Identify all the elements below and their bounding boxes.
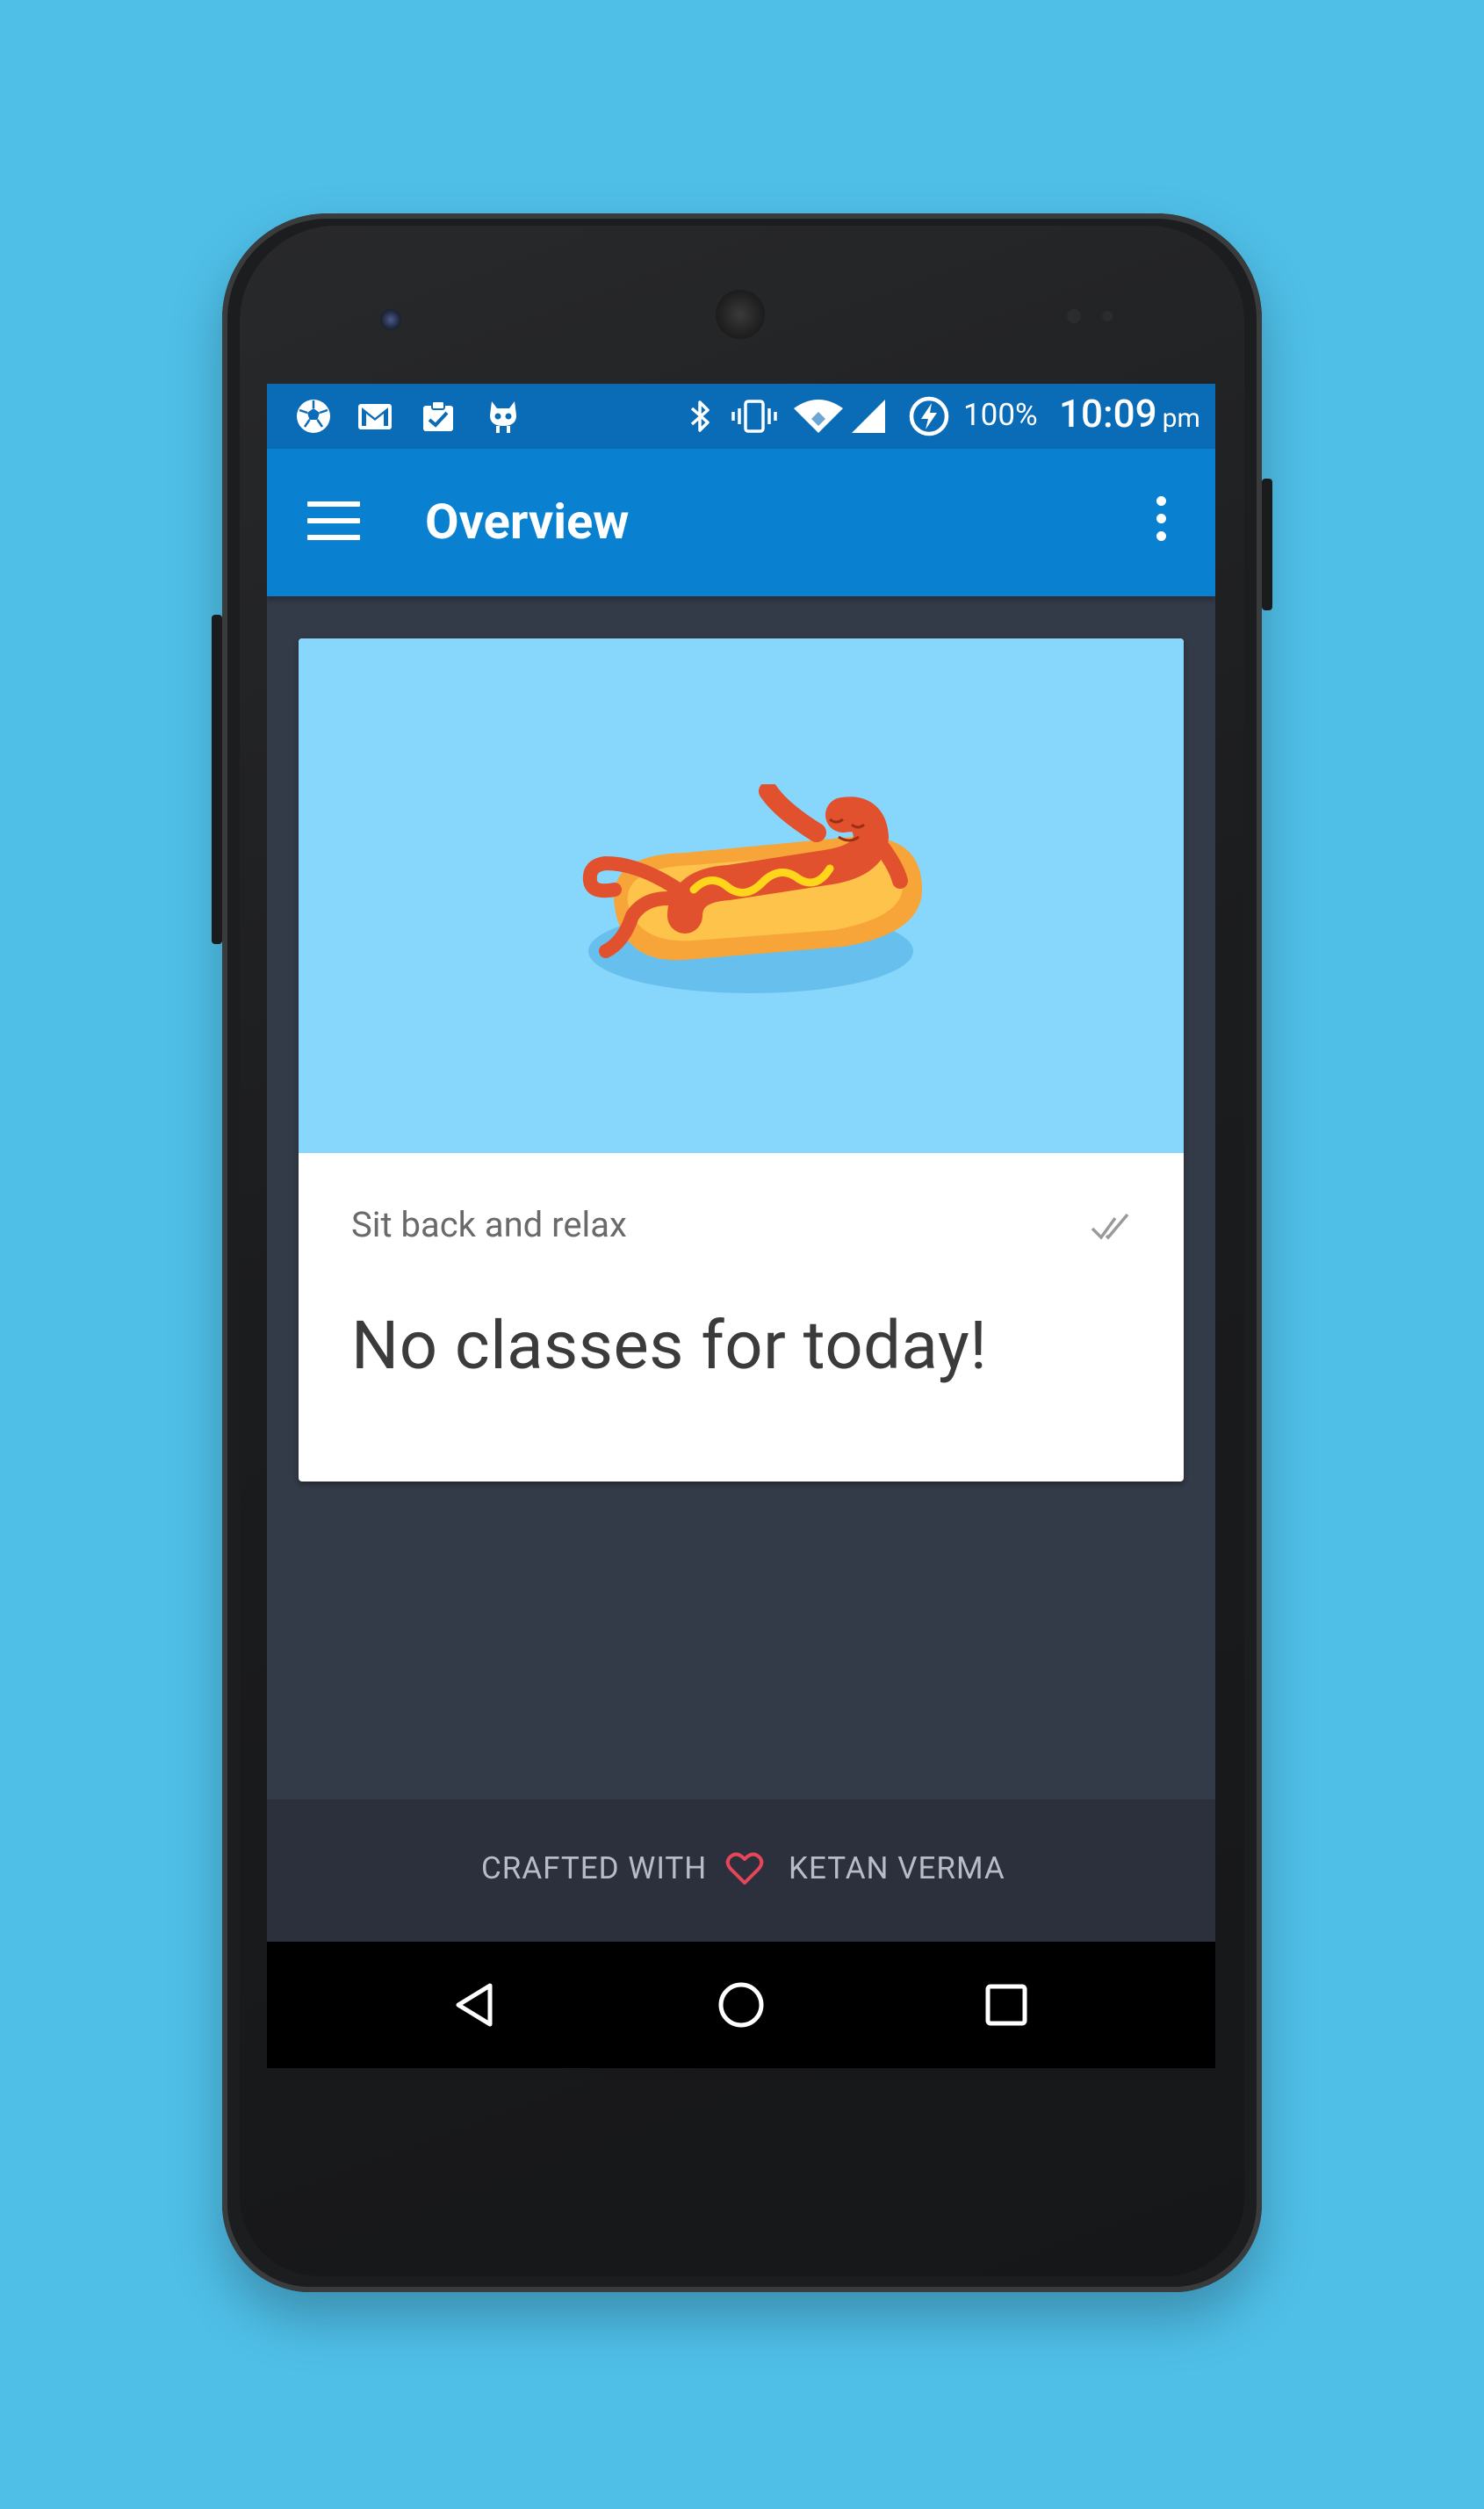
clock-time: 10:09	[1059, 391, 1157, 436]
cell-signal-icon	[852, 400, 885, 433]
done-all-icon	[1091, 1213, 1129, 1240]
power-button	[1262, 479, 1272, 610]
system-nav-bar	[267, 1942, 1215, 2068]
menu-icon[interactable]	[307, 501, 360, 544]
earpiece-speaker	[716, 290, 765, 339]
proximity-sensor	[1067, 309, 1081, 323]
card-hero	[299, 638, 1184, 1153]
light-sensor	[1102, 311, 1113, 321]
vibrate-icon	[731, 400, 777, 433]
home-icon[interactable]	[717, 1980, 766, 2030]
heart-icon	[725, 1852, 764, 1885]
phone-screen: 100% 10:09 pm Overview Sit back and rela…	[267, 384, 1215, 2068]
footer-left-text: CRAFTED WITH	[481, 1850, 708, 1886]
clock: 10:09 pm	[1059, 391, 1200, 436]
recents-icon[interactable]	[982, 1980, 1031, 2030]
page-title: Overview	[425, 493, 630, 551]
battery-percent: 100%	[963, 397, 1038, 433]
app-bar: Overview	[267, 449, 1215, 596]
more-vert-icon[interactable]	[1154, 496, 1168, 549]
gmail-icon	[358, 404, 392, 429]
overview-card[interactable]: Sit back and relax No classes for today!	[299, 638, 1184, 1482]
relaxing-hotdog-illustration	[582, 784, 922, 993]
footer-right-text: KETAN VERMA	[789, 1850, 1005, 1886]
wifi-icon	[794, 400, 843, 433]
soccer-ball-icon	[297, 400, 330, 433]
back-icon[interactable]	[451, 1980, 501, 2030]
card-label: Sit back and relax	[351, 1204, 627, 1245]
card-headline: No classes for today!	[351, 1306, 988, 1385]
status-bar: 100% 10:09 pm	[267, 384, 1215, 449]
bluetooth-icon	[690, 400, 710, 432]
cyanogen-mascot-icon	[490, 401, 516, 433]
volume-button	[212, 615, 222, 944]
clock-suffix: pm	[1162, 403, 1200, 434]
front-camera	[380, 309, 401, 330]
clipboard-check-icon	[423, 400, 453, 431]
battery-charging-icon	[909, 396, 949, 436]
credits-footer: CRAFTED WITH KETAN VERMA	[267, 1799, 1215, 1942]
